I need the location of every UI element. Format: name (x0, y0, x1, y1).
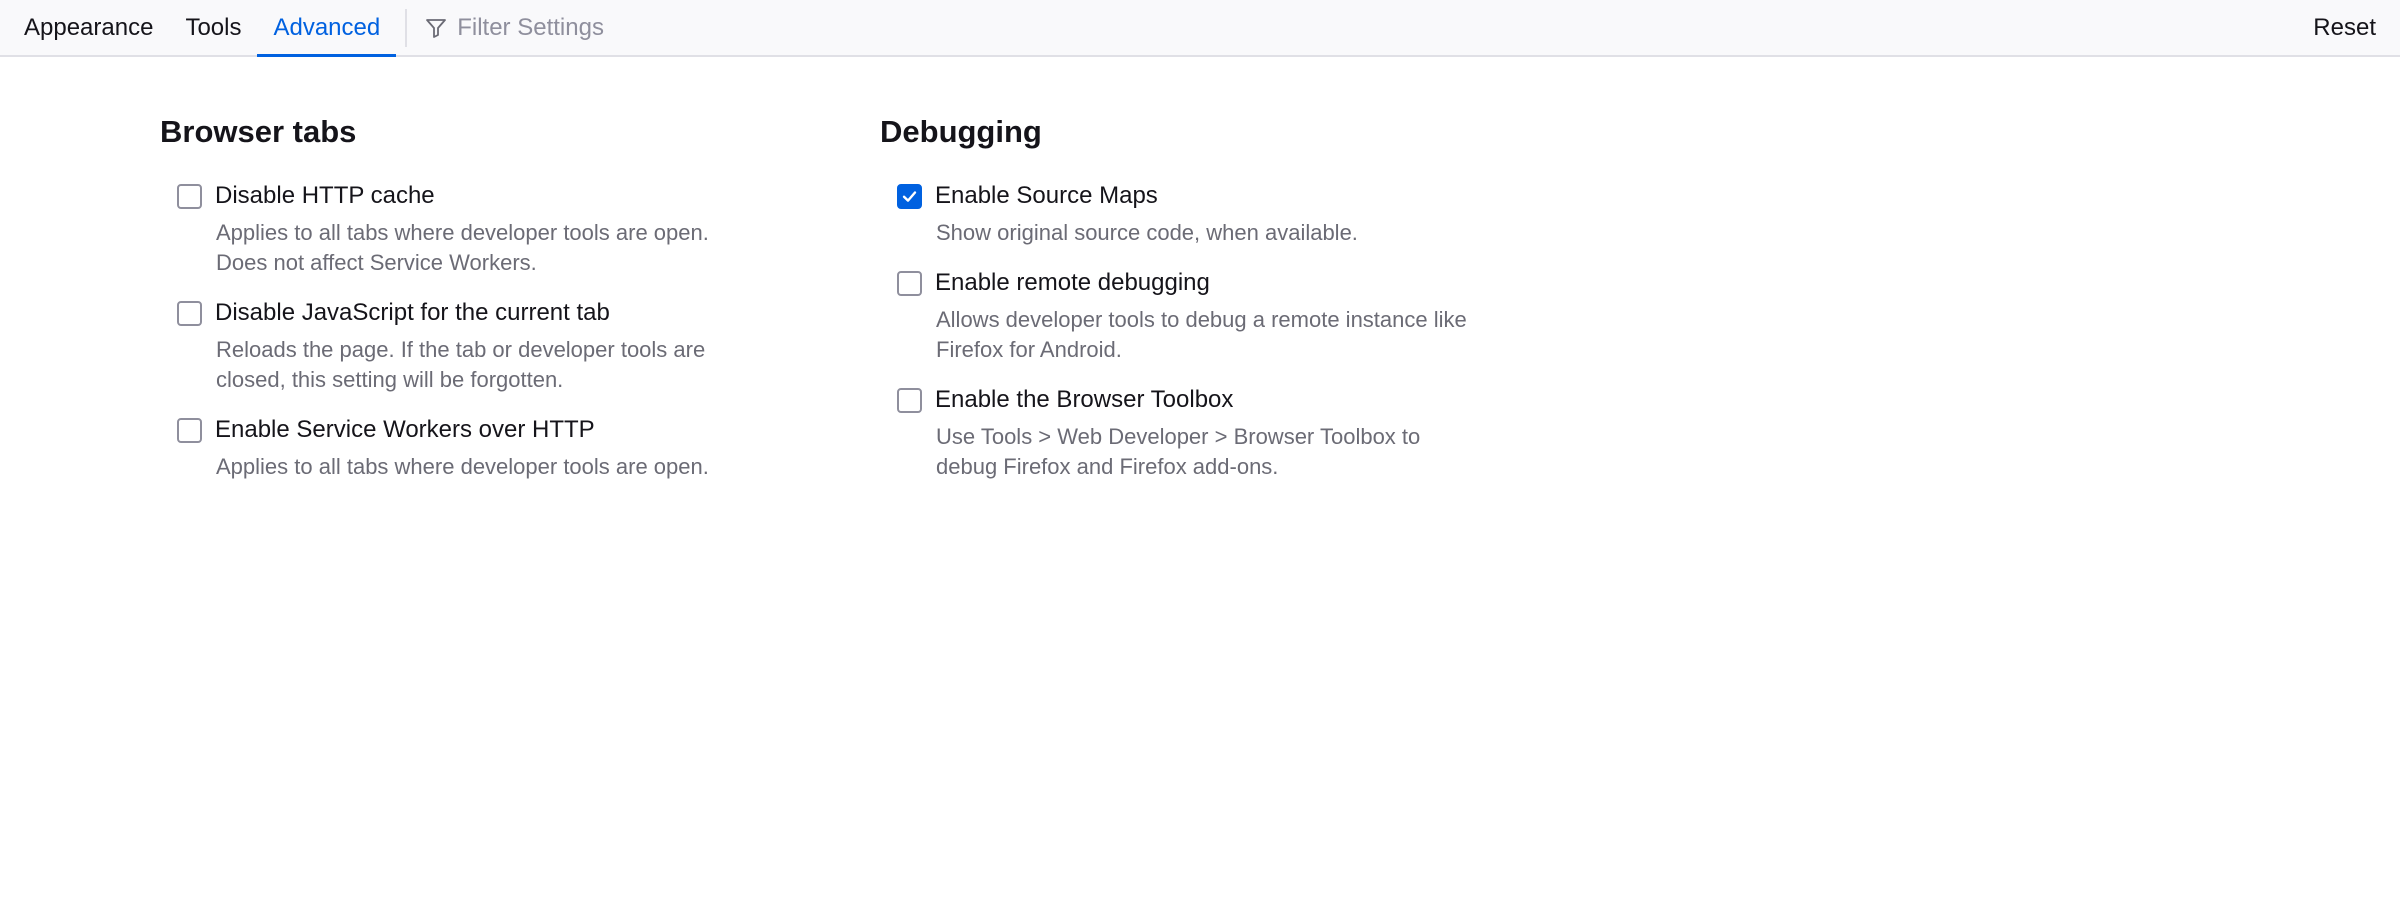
option-disable-http-cache: Disable HTTP cache Applies to all tabs w… (177, 178, 800, 278)
enable-browser-toolbox-checkbox[interactable] (897, 387, 922, 413)
description-line: Applies to all tabs where developer tool… (216, 220, 709, 245)
tab-label: Appearance (24, 13, 154, 41)
option-label: Enable the Browser Toolbox (935, 386, 1234, 413)
disable-http-cache-row[interactable]: Disable HTTP cache (177, 178, 800, 214)
option-description: Use Tools > Web Developer > Browser Tool… (936, 422, 1496, 482)
tab-label: Tools (185, 13, 242, 41)
option-enable-remote-debugging: Enable remote debugging Allows developer… (897, 265, 1520, 365)
option-disable-javascript: Disable JavaScript for the current tab R… (177, 295, 800, 395)
service-workers-http-checkbox[interactable] (177, 417, 202, 443)
filter-icon (425, 16, 449, 40)
service-workers-http-row[interactable]: Enable Service Workers over HTTP (177, 412, 800, 448)
enable-remote-debugging-row[interactable]: Enable remote debugging (897, 265, 1520, 301)
option-label: Disable HTTP cache (215, 182, 435, 209)
disable-javascript-checkbox[interactable] (177, 300, 202, 326)
enable-browser-toolbox-row[interactable]: Enable the Browser Toolbox (897, 382, 1520, 418)
tab-appearance[interactable]: Appearance (0, 0, 169, 55)
enable-source-maps-checkbox[interactable] (897, 183, 922, 209)
description-line: Show original source code, when availabl… (936, 220, 1358, 245)
option-service-workers-http: Enable Service Workers over HTTP Applies… (177, 412, 800, 482)
disable-javascript-row[interactable]: Disable JavaScript for the current tab (177, 295, 800, 331)
filter-settings (425, 0, 1025, 55)
disable-http-cache-checkbox[interactable] (177, 183, 202, 209)
filter-settings-input[interactable] (457, 13, 958, 42)
enable-source-maps-row[interactable]: Enable Source Maps (897, 178, 1520, 214)
reset-button[interactable]: Reset (2297, 0, 2400, 55)
option-description: Reloads the page. If the tab or develope… (216, 335, 776, 395)
description-line: Does not affect Service Workers. (216, 250, 537, 275)
description-line: closed, this setting will be forgotten. (216, 367, 564, 392)
option-description: Applies to all tabs where developer tool… (216, 452, 776, 482)
section-title: Browser tabs (160, 114, 357, 149)
option-label: Enable Source Maps (935, 182, 1158, 209)
enable-remote-debugging-checkbox[interactable] (897, 270, 922, 296)
description-line: Use Tools > Web Developer > Browser Tool… (936, 424, 1421, 449)
toolbar-divider (405, 8, 408, 47)
browser-tabs-section: Browser tabs Disable HTTP cache Applies … (160, 108, 800, 499)
tab-tools[interactable]: Tools (169, 0, 257, 55)
checkmark-icon (902, 190, 917, 202)
option-description: Show original source code, when availabl… (936, 218, 1496, 248)
description-line: debug Firefox and Firefox add-ons. (936, 454, 1279, 479)
description-line: Applies to all tabs where developer tool… (216, 454, 709, 479)
option-description: Allows developer tools to debug a remote… (936, 305, 1496, 365)
option-label: Disable JavaScript for the current tab (215, 299, 610, 326)
option-enable-source-maps: Enable Source Maps Show original source … (897, 178, 1520, 248)
option-label: Enable remote debugging (935, 269, 1210, 296)
tab-advanced[interactable]: Advanced (257, 0, 396, 57)
option-label: Enable Service Workers over HTTP (215, 416, 595, 443)
option-enable-browser-toolbox: Enable the Browser Toolbox Use Tools > W… (897, 382, 1520, 482)
tab-label: Advanced (273, 13, 381, 41)
section-title: Debugging (880, 114, 1042, 149)
description-line: Allows developer tools to debug a remote… (936, 307, 1467, 332)
description-line: Firefox for Android. (936, 337, 1122, 362)
settings-toolbar: Appearance Tools Advanced Reset (0, 0, 2400, 57)
description-line: Reloads the page. If the tab or develope… (216, 337, 706, 362)
option-description: Applies to all tabs where developer tool… (216, 218, 776, 278)
debugging-section: Debugging Enable Source Maps Show origin… (880, 108, 1520, 499)
